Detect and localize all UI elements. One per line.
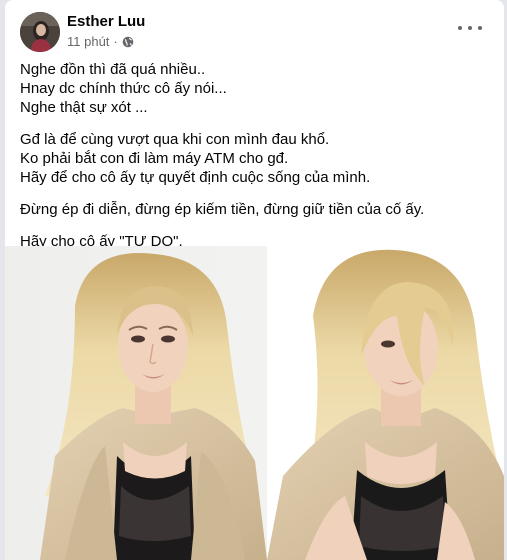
more-dot bbox=[458, 26, 462, 30]
more-options-icon[interactable] bbox=[458, 20, 482, 36]
text-line: Gđ là để cùng vượt qua khi con mình đau … bbox=[20, 131, 330, 148]
text-line: Ko phải bắt con đi làm máy ATM cho gđ. bbox=[20, 150, 289, 167]
more-dot bbox=[468, 26, 472, 30]
post-header: Esther Luu 11 phút · bbox=[5, 0, 504, 58]
text-line: Nghe đồn thì đã quá nhiều.. bbox=[20, 61, 206, 78]
text-line: Hnay dc chính thức cô ấy nói... bbox=[20, 80, 227, 97]
text-line: Hãy để cho cô ấy tự quyết định cuộc sống… bbox=[20, 169, 371, 186]
post-text: Nghe đồn thì đã quá nhiều.. Hnay dc chín… bbox=[20, 60, 490, 264]
post-meta: 11 phút · bbox=[67, 34, 134, 49]
text-line: Đừng ép đi diễn, đừng ép kiếm tiền, đừng… bbox=[20, 201, 425, 218]
meta-separator: · bbox=[113, 34, 118, 49]
author-avatar[interactable] bbox=[20, 12, 60, 52]
globe-icon[interactable] bbox=[122, 36, 134, 48]
paragraph: Gđ là để cùng vượt qua khi con mình đau … bbox=[20, 130, 490, 187]
paragraph: Nghe đồn thì đã quá nhiều.. Hnay dc chín… bbox=[20, 60, 490, 117]
text-line: Nghe thật sự xót ... bbox=[20, 99, 148, 116]
post-timestamp[interactable]: 11 phút bbox=[67, 34, 109, 49]
paragraph: Đừng ép đi diễn, đừng ép kiếm tiền, đừng… bbox=[20, 200, 490, 219]
post-card: Esther Luu 11 phút · Nghe đồn thì đã quá… bbox=[5, 0, 504, 560]
post-photo[interactable] bbox=[5, 246, 504, 560]
more-dot bbox=[478, 26, 482, 30]
author-name[interactable]: Esther Luu bbox=[67, 13, 145, 30]
